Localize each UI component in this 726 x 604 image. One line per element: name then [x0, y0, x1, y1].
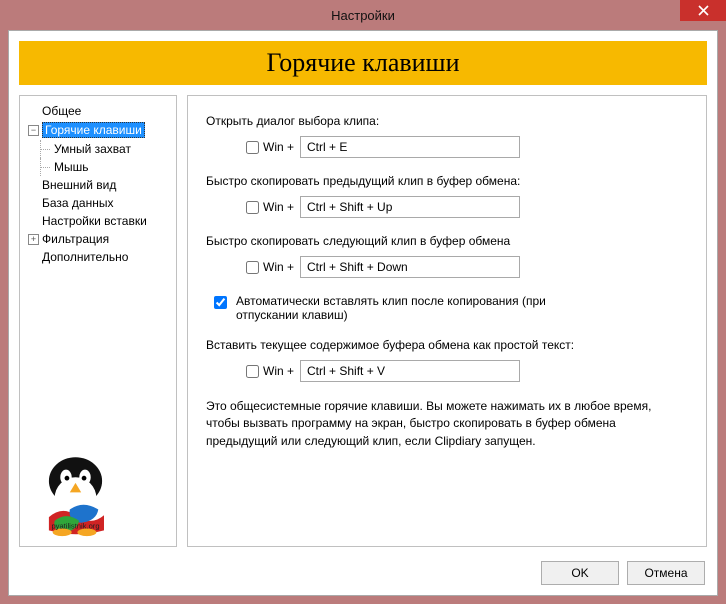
- paste-plain-row: Win +: [246, 360, 688, 382]
- copy-next-row: Win +: [246, 256, 688, 278]
- open-dialog-input[interactable]: [300, 136, 520, 158]
- logo-image: pyatilistnik.org: [28, 443, 123, 538]
- copy-prev-win-checkbox[interactable]: [246, 201, 259, 214]
- sidebar-item-paste-settings[interactable]: Настройки вставки: [20, 212, 176, 230]
- content-panel: Открыть диалог выбора клипа: Win + Быстр…: [187, 95, 707, 547]
- body: Общее − Горячие клавиши Умный захват Мыш…: [19, 95, 707, 547]
- sidebar-item-general[interactable]: Общее: [20, 102, 176, 120]
- titlebar: Настройки: [0, 0, 726, 30]
- sidebar-item-database[interactable]: База данных: [20, 194, 176, 212]
- paste-plain-input[interactable]: [300, 360, 520, 382]
- client-area: Горячие клавиши Общее − Горячие клавиши …: [8, 30, 718, 596]
- paste-plain-win[interactable]: Win +: [246, 364, 294, 378]
- copy-prev-win[interactable]: Win +: [246, 200, 294, 214]
- sidebar-item-filtering[interactable]: + Фильтрация: [20, 230, 176, 248]
- close-button[interactable]: [680, 0, 726, 21]
- copy-prev-input[interactable]: [300, 196, 520, 218]
- ok-button[interactable]: OK: [541, 561, 619, 585]
- settings-window: Настройки Горячие клавиши Общее − Горячи…: [0, 0, 726, 604]
- copy-next-win[interactable]: Win +: [246, 260, 294, 274]
- collapse-icon[interactable]: −: [28, 125, 39, 136]
- logo-watermark: pyatilistnik.org: [51, 522, 99, 531]
- close-icon: [698, 5, 709, 16]
- auto-paste-checkbox[interactable]: [214, 296, 227, 309]
- sidebar-item-hotkeys[interactable]: − Горячие клавиши: [20, 120, 176, 140]
- paste-plain-label: Вставить текущее содержимое буфера обмен…: [206, 338, 688, 352]
- hint-text: Это общесистемные горячие клавиши. Вы мо…: [206, 398, 666, 450]
- footer: OK Отмена: [541, 561, 705, 585]
- expand-icon[interactable]: +: [28, 234, 39, 245]
- sidebar-item-smart-capture[interactable]: Умный захват: [20, 140, 176, 158]
- auto-paste-row[interactable]: Автоматически вставлять клип после копир…: [210, 294, 688, 322]
- copy-next-input[interactable]: [300, 256, 520, 278]
- paste-plain-win-checkbox[interactable]: [246, 365, 259, 378]
- sidebar-item-appearance[interactable]: Внешний вид: [20, 176, 176, 194]
- copy-next-label: Быстро скопировать следующий клип в буфе…: [206, 234, 688, 248]
- page-title: Горячие клавиши: [266, 48, 459, 78]
- copy-next-win-checkbox[interactable]: [246, 261, 259, 274]
- copy-prev-label: Быстро скопировать предыдущий клип в буф…: [206, 174, 688, 188]
- open-dialog-win[interactable]: Win +: [246, 140, 294, 154]
- cancel-button[interactable]: Отмена: [627, 561, 705, 585]
- auto-paste-label: Автоматически вставлять клип после копир…: [236, 294, 556, 322]
- open-dialog-label: Открыть диалог выбора клипа:: [206, 114, 688, 128]
- open-dialog-win-checkbox[interactable]: [246, 141, 259, 154]
- open-dialog-row: Win +: [246, 136, 688, 158]
- sidebar-item-advanced[interactable]: Дополнительно: [20, 248, 176, 266]
- sidebar: Общее − Горячие клавиши Умный захват Мыш…: [19, 95, 177, 547]
- window-title: Настройки: [331, 8, 395, 23]
- sidebar-item-mouse[interactable]: Мышь: [20, 158, 176, 176]
- page-banner: Горячие клавиши: [19, 41, 707, 85]
- copy-prev-row: Win +: [246, 196, 688, 218]
